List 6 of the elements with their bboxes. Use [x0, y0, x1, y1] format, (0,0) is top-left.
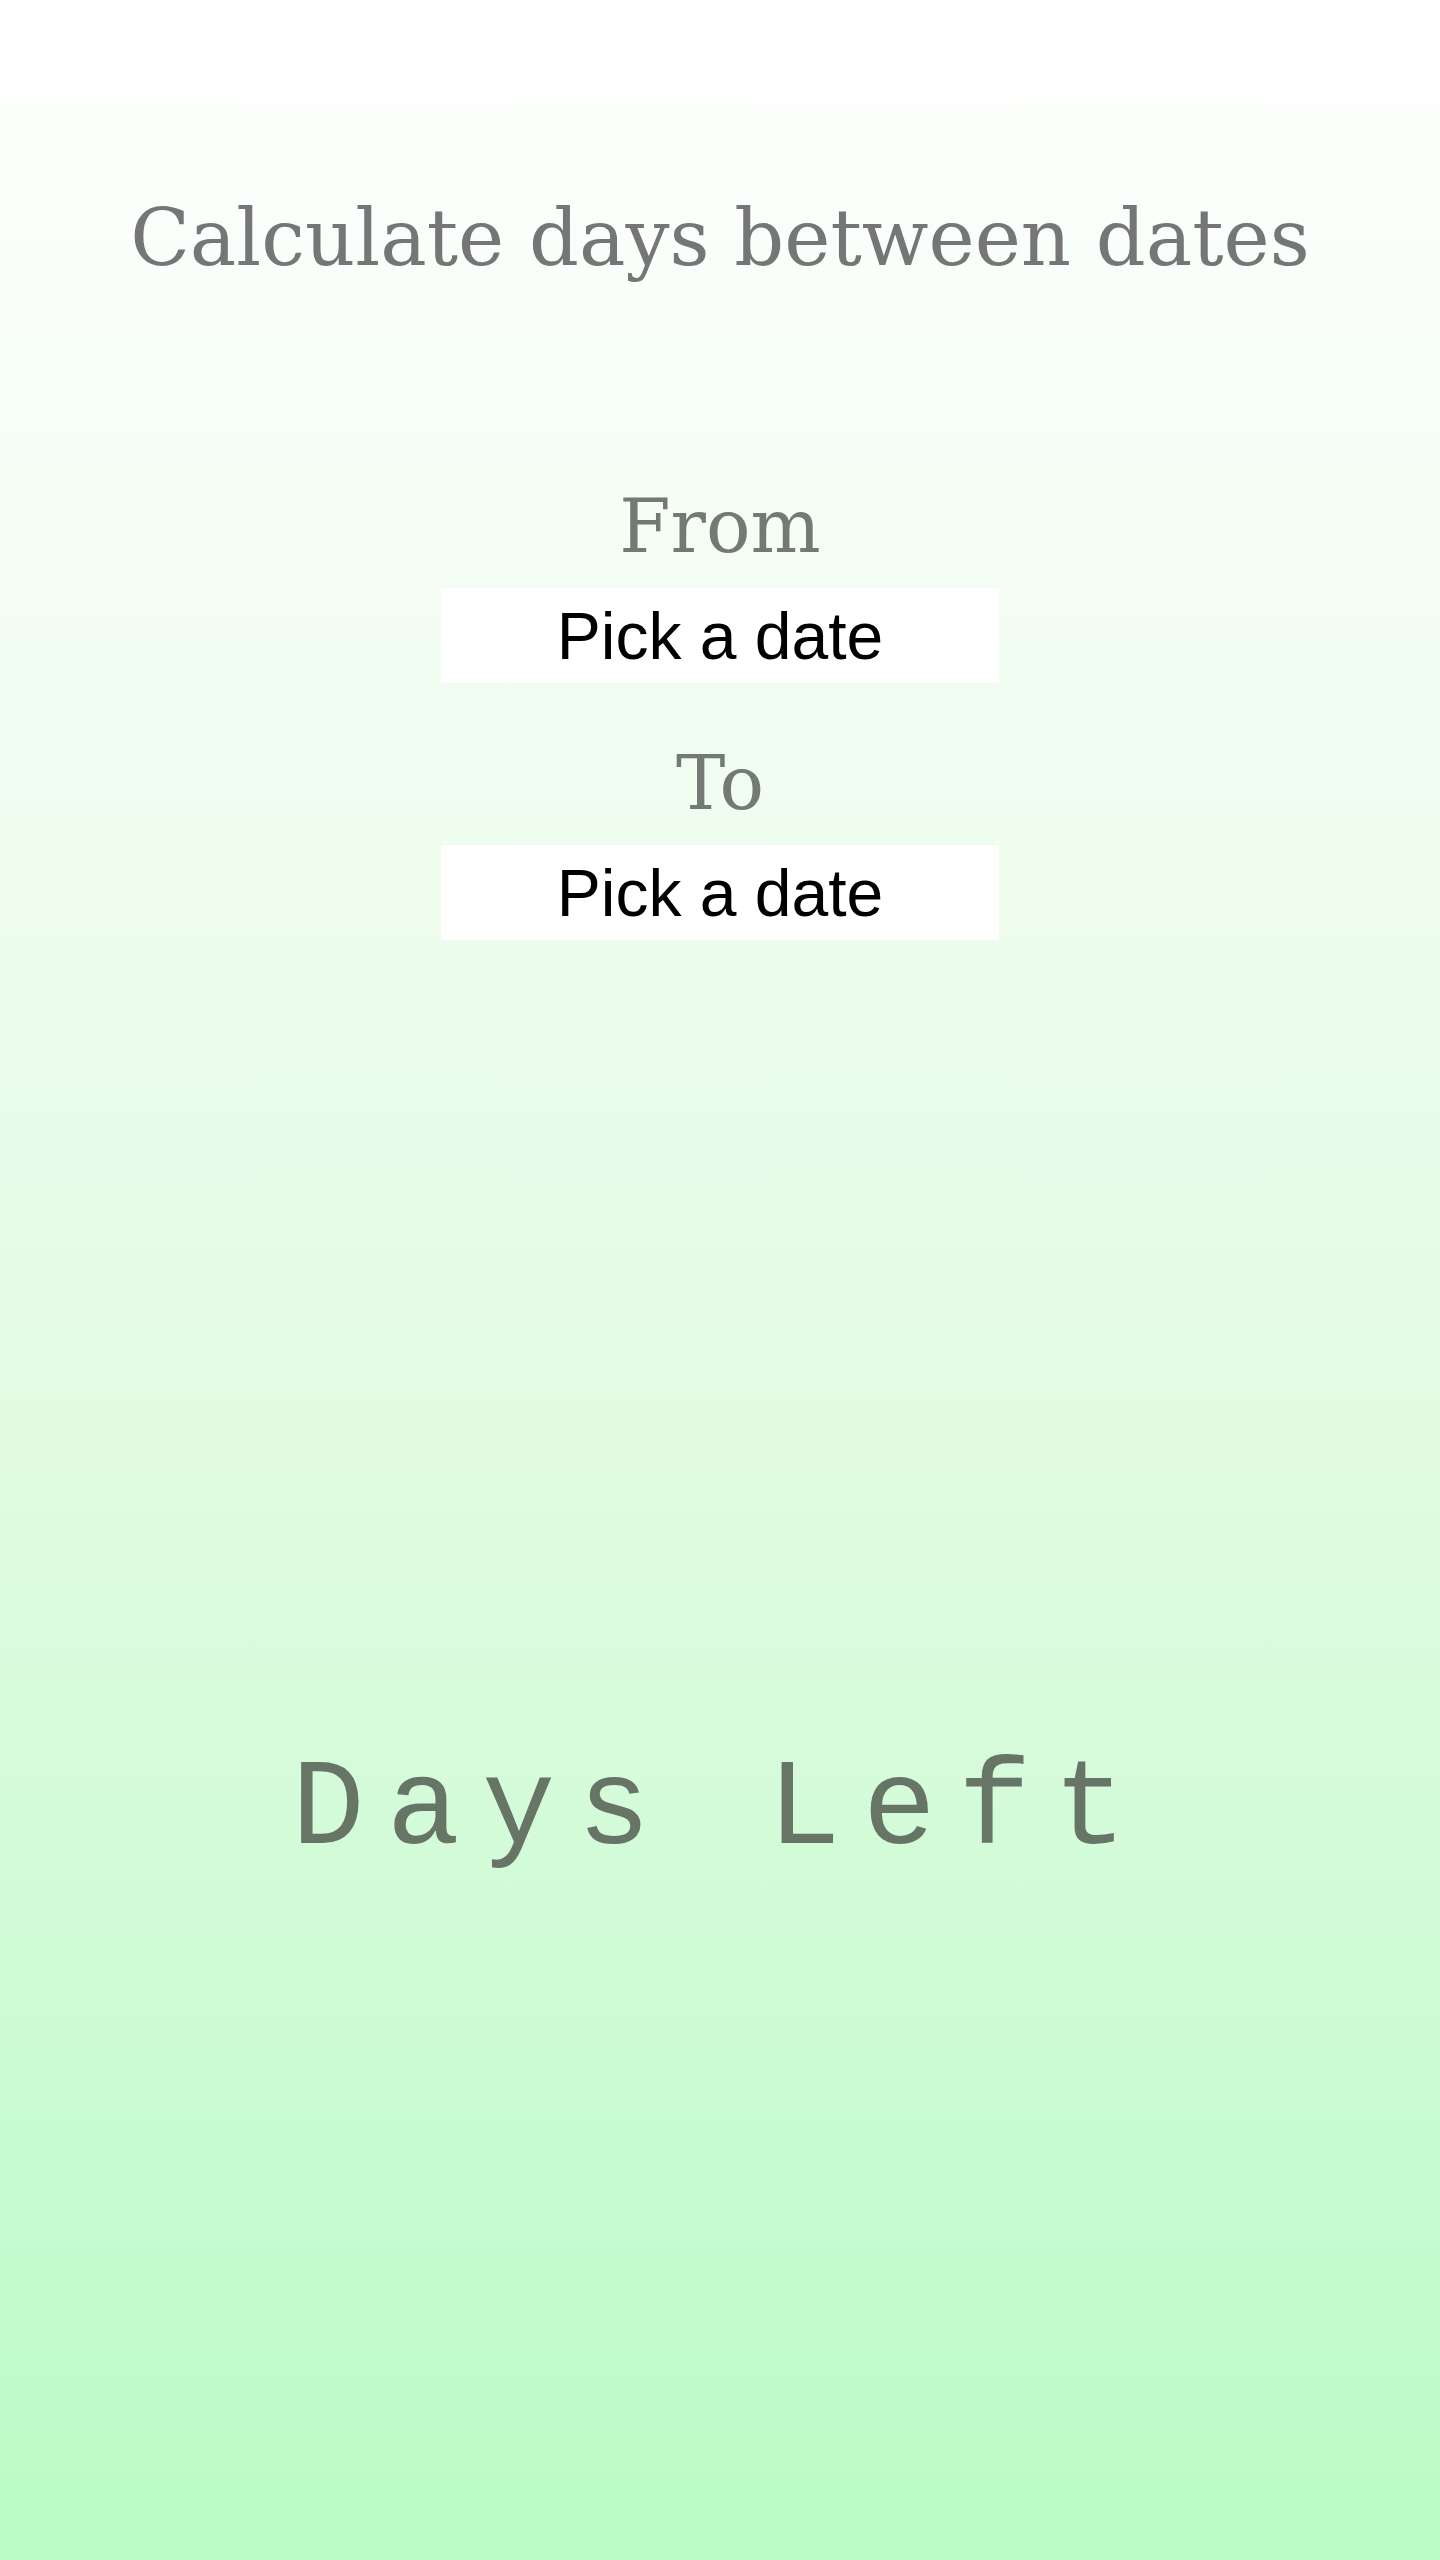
days-left-text: Days Left	[291, 1740, 1149, 1883]
field-label: From	[619, 484, 821, 569]
page-title: Calculate days between dates	[130, 192, 1310, 285]
date-picker-button[interactable]: Pick a date	[441, 845, 999, 941]
field-label: To	[675, 741, 765, 826]
date-picker-button[interactable]: Pick a date	[441, 588, 999, 684]
